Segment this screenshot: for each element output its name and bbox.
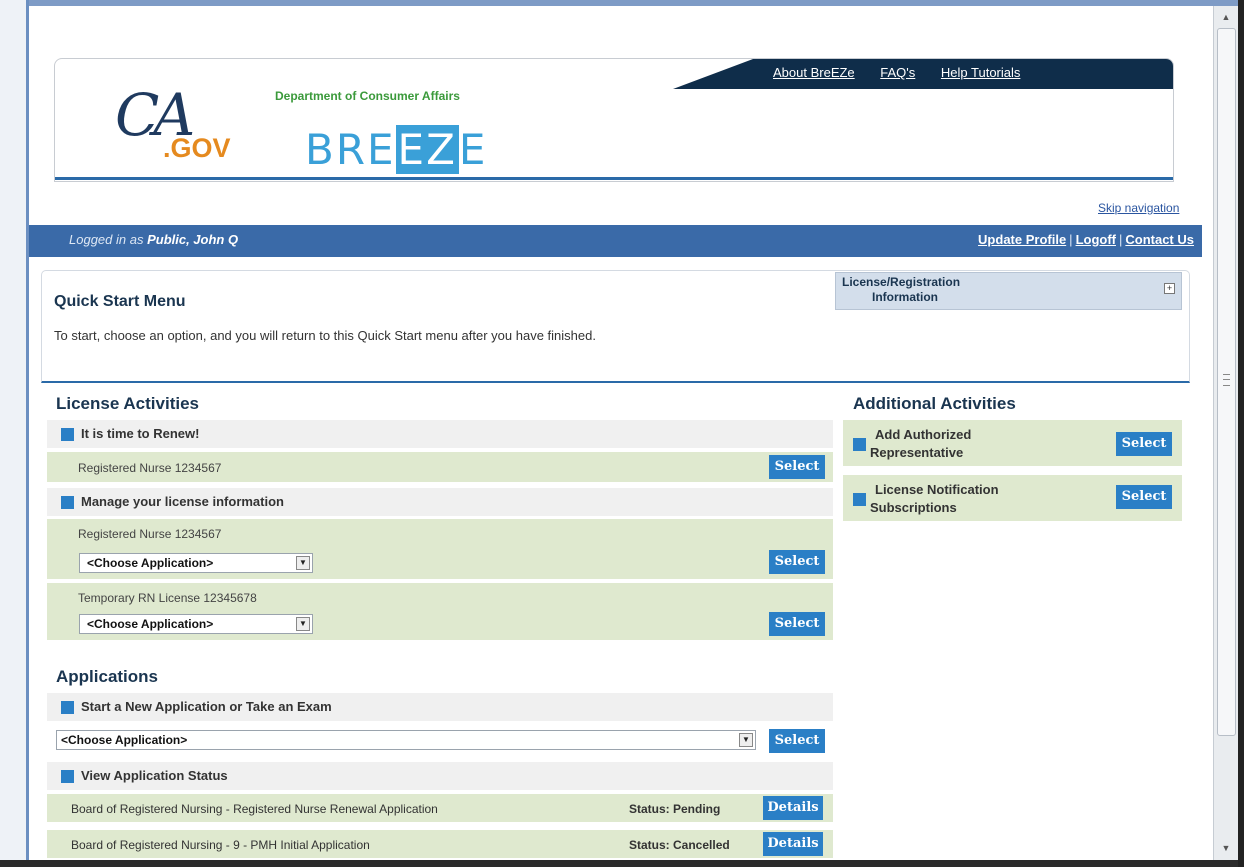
link-separator: |: [1118, 232, 1123, 247]
item-line2: Representative: [870, 445, 964, 460]
application-status-row: Board of Registered Nursing - 9 - PMH In…: [47, 830, 833, 858]
dropdown-arrow-icon[interactable]: ▼: [739, 733, 753, 747]
ca-gov-logo[interactable]: CA .GOV: [115, 81, 235, 171]
add-authorized-representative-label: Add Authorized Representative: [870, 426, 1050, 462]
manage-heading-label: Manage your license information: [81, 494, 284, 509]
site-banner: About BreEZe FAQ's Help Tutorials CA .GO…: [54, 58, 1174, 182]
logged-in-text: Logged in as Public, John Q: [69, 232, 238, 247]
license-row-rn: Registered Nurse 1234567 <Choose Applica…: [47, 519, 833, 579]
banner-underline: [55, 177, 1173, 180]
application-status: Status: Cancelled: [629, 838, 730, 852]
application-name: Board of Registered Nursing - Registered…: [71, 802, 438, 816]
applications-title: Applications: [56, 667, 159, 686]
window-left-margin: [0, 0, 28, 867]
license-application-dropdown[interactable]: <Choose Application> ▼: [79, 553, 313, 573]
scrollbar-thumb[interactable]: [1217, 28, 1236, 736]
license-label: Registered Nurse 1234567: [78, 527, 222, 541]
window-bottom-border: [0, 860, 1244, 867]
application-name: Board of Registered Nursing - 9 - PMH In…: [71, 838, 370, 852]
dropdown-arrow-icon[interactable]: ▼: [296, 556, 310, 570]
bullet-square-icon: [853, 438, 866, 451]
manage-heading: Manage your license information: [47, 488, 833, 516]
renew-heading: It is time to Renew!: [47, 420, 833, 448]
bullet-square-icon: [61, 428, 74, 441]
license-notification-select-button[interactable]: Select: [1116, 485, 1172, 509]
additional-activities-title: Additional Activities: [853, 394, 1016, 413]
details-button[interactable]: Details: [763, 796, 823, 820]
breeze-logo-left: BRE: [305, 125, 396, 174]
application-status-row: Board of Registered Nursing - Registered…: [47, 794, 833, 822]
department-name: Department of Consumer Affairs: [275, 89, 460, 103]
renew-heading-label: It is time to Renew!: [81, 426, 200, 441]
license-label: Temporary RN License 12345678: [78, 591, 257, 605]
dropdown-value: <Choose Application>: [61, 733, 188, 747]
quick-start-title: Quick Start Menu: [54, 293, 186, 310]
application-status-heading-label: View Application Status: [81, 768, 228, 783]
breeze-logo-ez: EZ: [395, 125, 459, 174]
details-button[interactable]: Details: [763, 832, 823, 856]
license-notification-row: License Notification Subscriptions Selec…: [843, 475, 1182, 521]
license-registration-line1: License/Registration: [842, 275, 961, 289]
vertical-scrollbar[interactable]: ▲ ▼: [1213, 6, 1239, 860]
dropdown-value: <Choose Application>: [87, 556, 214, 570]
new-application-dropdown[interactable]: <Choose Application> ▼: [56, 730, 756, 750]
window-left-border: [26, 0, 29, 867]
scroll-up-arrow-icon[interactable]: ▲: [1219, 10, 1233, 24]
renew-row: Registered Nurse 1234567 Select: [47, 452, 833, 482]
user-name: Public, John Q: [147, 232, 239, 247]
logged-in-prefix: Logged in as: [69, 232, 148, 247]
item-line1: Add Authorized: [875, 427, 972, 442]
contact-us-link[interactable]: Contact Us: [1125, 232, 1194, 247]
application-status: Status: Pending: [629, 802, 721, 816]
add-authorized-representative-row: Add Authorized Representative Select: [843, 420, 1182, 466]
add-representative-select-button[interactable]: Select: [1116, 432, 1172, 456]
expand-icon[interactable]: +: [1164, 283, 1175, 294]
faqs-link[interactable]: FAQ's: [880, 65, 915, 80]
about-breeze-link[interactable]: About BreEZe: [773, 65, 855, 80]
new-application-heading: Start a New Application or Take an Exam: [47, 693, 833, 721]
window-top-border: [0, 0, 1244, 6]
quick-start-description: To start, choose an option, and you will…: [54, 328, 596, 343]
license-row-temp-rn: Temporary RN License 12345678 <Choose Ap…: [47, 583, 833, 640]
top-links: About BreEZe FAQ's Help Tutorials: [773, 65, 1042, 80]
bullet-square-icon: [853, 493, 866, 506]
license-notification-label: License Notification Subscriptions: [870, 481, 1050, 517]
item-line2: Subscriptions: [870, 500, 957, 515]
license-select-button[interactable]: Select: [769, 612, 825, 636]
update-profile-link[interactable]: Update Profile: [978, 232, 1066, 247]
license-registration-line2: Information: [872, 290, 938, 304]
bullet-square-icon: [61, 701, 74, 714]
help-tutorials-link[interactable]: Help Tutorials: [941, 65, 1020, 80]
license-registration-info-toggle[interactable]: License/Registration Information +: [835, 272, 1182, 310]
banner-wedge: [673, 59, 753, 89]
breeze-logo-right: E: [458, 125, 488, 174]
skip-navigation-link[interactable]: Skip navigation: [1098, 201, 1179, 215]
ca-logo-gov: .GOV: [163, 133, 231, 163]
user-bar: Logged in as Public, John Q Update Profi…: [29, 225, 1202, 257]
bullet-square-icon: [61, 496, 74, 509]
scroll-down-arrow-icon[interactable]: ▼: [1219, 841, 1233, 855]
license-registration-label: License/Registration Information: [842, 275, 960, 305]
user-links: Update Profile | Logoff | Contact Us: [978, 232, 1194, 247]
new-application-select-button[interactable]: Select: [769, 729, 825, 753]
renew-select-button[interactable]: Select: [769, 455, 825, 479]
license-application-dropdown[interactable]: <Choose Application> ▼: [79, 614, 313, 634]
window-right-border: [1238, 0, 1244, 867]
bullet-square-icon: [61, 770, 74, 783]
application-status-heading: View Application Status: [47, 762, 833, 790]
breeze-logo[interactable]: BREEZE: [305, 125, 487, 174]
renew-license-label: Registered Nurse 1234567: [78, 461, 222, 475]
scrollbar-grip-icon: [1223, 374, 1230, 386]
license-select-button[interactable]: Select: [769, 550, 825, 574]
link-separator: |: [1069, 232, 1073, 247]
dropdown-arrow-icon[interactable]: ▼: [296, 617, 310, 631]
new-application-heading-label: Start a New Application or Take an Exam: [81, 699, 332, 714]
logoff-link[interactable]: Logoff: [1076, 232, 1116, 247]
dropdown-value: <Choose Application>: [87, 617, 214, 631]
item-line1: License Notification: [875, 482, 999, 497]
license-activities-title: License Activities: [56, 394, 199, 413]
